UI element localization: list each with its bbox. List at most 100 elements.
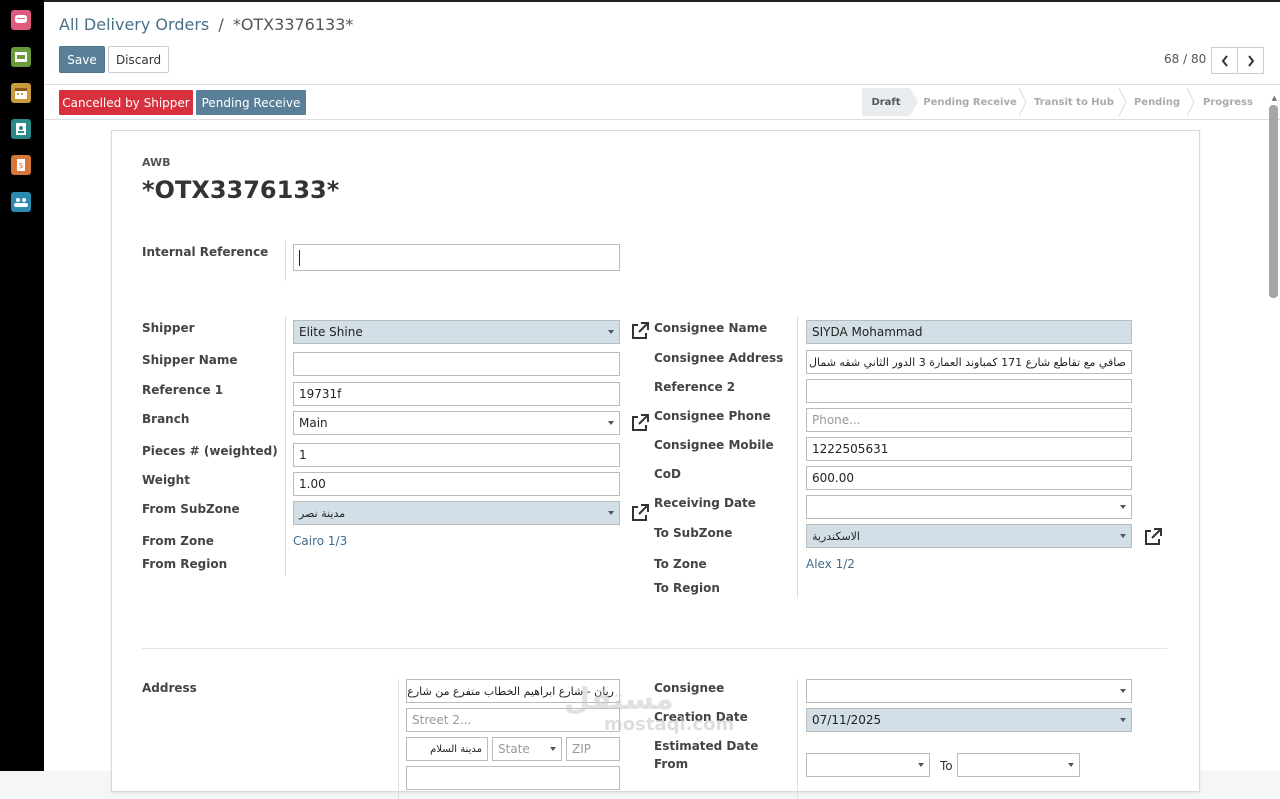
consignee-label: Consignee xyxy=(654,681,725,695)
save-button[interactable]: Save xyxy=(59,46,105,73)
status-bar: Cancelled by Shipper Pending Receive Dra… xyxy=(44,84,1280,120)
awb-label: AWB xyxy=(142,156,171,169)
from-zone-label: From Zone xyxy=(142,534,214,548)
pager-previous-button[interactable] xyxy=(1211,47,1238,74)
employees-icon[interactable] xyxy=(11,192,31,212)
external-link-icon[interactable] xyxy=(1143,527,1163,547)
inventory-icon[interactable] xyxy=(11,47,31,67)
dropdown-caret-icon xyxy=(608,421,614,425)
external-link-icon[interactable] xyxy=(630,413,650,433)
city-input[interactable]: مدينة السلام xyxy=(406,737,488,761)
consignee-phone-label: Consignee Phone xyxy=(654,409,771,423)
breadcrumb-separator: / xyxy=(218,15,224,34)
text-cursor xyxy=(299,249,300,266)
breadcrumb-current: *OTX3376133* xyxy=(232,15,354,34)
consignee-address-input[interactable]: صافي مع تقاطع شارع 171 كمباوند العمارة 3… xyxy=(806,350,1132,374)
from-subzone-select[interactable]: مدينة نصر xyxy=(293,501,620,525)
to-zone-label: To Zone xyxy=(654,557,707,571)
to-zone-link[interactable]: Alex 1/2 xyxy=(806,557,855,571)
creation-date-label: Creation Date xyxy=(654,710,748,724)
to-region-label: To Region xyxy=(654,581,720,595)
shipper-name-input[interactable] xyxy=(293,352,620,376)
from-zone-link[interactable]: Cairo 1/3 xyxy=(293,534,347,548)
column-divider xyxy=(285,241,286,281)
chevron-left-icon xyxy=(1221,54,1228,67)
weight-input[interactable]: 1.00 xyxy=(293,472,620,496)
to-subzone-select[interactable]: الاسكندرية xyxy=(806,524,1132,548)
internal-reference-label: Internal Reference xyxy=(142,245,269,259)
column-divider xyxy=(398,679,399,799)
dropdown-caret-icon xyxy=(608,511,614,515)
form-sheet: AWB *OTX3376133* Internal Reference Ship… xyxy=(111,130,1200,799)
pager-next-button[interactable] xyxy=(1237,47,1264,74)
column-divider xyxy=(797,316,798,598)
scrollbar-thumb[interactable] xyxy=(1269,105,1278,298)
estimated-date-to-select[interactable] xyxy=(957,753,1080,777)
awb-title: *OTX3376133* xyxy=(142,176,340,204)
state-select[interactable]: State xyxy=(492,737,562,761)
main-content: All Delivery Orders / *OTX3376133* Save … xyxy=(44,0,1280,799)
stage-transit-to-hub[interactable]: Transit to Hub xyxy=(1030,88,1118,116)
pieces-input[interactable]: 1 xyxy=(293,443,620,467)
pieces-label: Pieces # (weighted) xyxy=(142,444,278,458)
stage-pending[interactable]: Pending xyxy=(1130,88,1184,116)
from-subzone-label: From SubZone xyxy=(142,502,240,516)
chevron-right-icon xyxy=(1247,54,1254,67)
stage-progress[interactable]: Progress xyxy=(1198,88,1258,116)
contacts-icon[interactable] xyxy=(11,119,31,139)
pending-receive-button[interactable]: Pending Receive xyxy=(196,90,306,115)
shipper-name-label: Shipper Name xyxy=(142,353,238,367)
street-input[interactable]: ريان - شارع ابراهيم الخطاب متفرع من شارع… xyxy=(406,679,620,703)
stage-pending-receive[interactable]: Pending Receive xyxy=(922,88,1018,116)
stage-arrow xyxy=(1186,88,1195,116)
stage-arrow xyxy=(1118,88,1127,116)
address-label: Address xyxy=(142,681,197,695)
pager-counter: 68 / 80 xyxy=(1164,52,1207,66)
dropdown-caret-icon xyxy=(550,747,556,751)
zip-input[interactable]: ZIP xyxy=(566,737,620,761)
svg-text:$: $ xyxy=(18,161,23,170)
dropdown-caret-icon xyxy=(1120,718,1126,722)
receiving-date-select[interactable] xyxy=(806,495,1132,519)
internal-reference-input[interactable] xyxy=(293,244,620,271)
shipper-select[interactable]: Elite Shine xyxy=(293,320,620,344)
branch-select[interactable]: Main xyxy=(293,411,620,435)
app-sidebar: $ xyxy=(0,0,44,771)
cod-input[interactable]: 600.00 xyxy=(806,466,1132,490)
creation-date-select[interactable]: 07/11/2025 xyxy=(806,708,1132,732)
calendar-icon[interactable] xyxy=(11,83,31,103)
receiving-date-label: Receiving Date xyxy=(654,496,756,510)
estimated-date-from-select[interactable] xyxy=(806,753,930,777)
to-subzone-label: To SubZone xyxy=(654,526,733,540)
external-link-icon[interactable] xyxy=(630,321,650,341)
consignee-name-input[interactable]: SIYDA Mohammad xyxy=(806,320,1132,344)
discuss-icon[interactable] xyxy=(11,10,31,30)
column-divider xyxy=(797,679,798,799)
consignee-select[interactable] xyxy=(806,679,1132,703)
consignee-name-label: Consignee Name xyxy=(654,321,768,335)
country-select[interactable] xyxy=(406,766,620,790)
consignee-mobile-input[interactable]: 1222505631 xyxy=(806,437,1132,461)
column-divider xyxy=(285,316,286,576)
scroll-up-arrow-icon[interactable]: ▲ xyxy=(1272,94,1277,102)
dropdown-caret-icon xyxy=(1120,505,1126,509)
street2-input[interactable]: Street 2... xyxy=(406,708,620,732)
weight-label: Weight xyxy=(142,473,190,487)
dropdown-caret-icon xyxy=(1120,534,1126,538)
stage-draft[interactable]: Draft xyxy=(862,88,910,116)
discard-button[interactable]: Discard xyxy=(108,46,169,73)
stage-arrow xyxy=(1018,88,1027,116)
estimated-date-from-label: From xyxy=(654,757,689,771)
invoicing-icon[interactable]: $ xyxy=(11,155,31,175)
branch-label: Branch xyxy=(142,412,190,426)
consignee-phone-input[interactable]: Phone... xyxy=(806,408,1132,432)
consignee-address-label: Consignee Address xyxy=(654,351,784,365)
external-link-icon[interactable] xyxy=(630,503,650,523)
from-region-label: From Region xyxy=(142,557,228,571)
reference-2-input[interactable] xyxy=(806,379,1132,403)
cancelled-by-shipper-button[interactable]: Cancelled by Shipper xyxy=(59,90,193,115)
reference-1-input[interactable]: 19731f xyxy=(293,382,620,406)
cod-label: CoD xyxy=(654,467,682,481)
reference-2-label: Reference 2 xyxy=(654,380,736,394)
breadcrumb-parent-link[interactable]: All Delivery Orders xyxy=(59,15,209,34)
